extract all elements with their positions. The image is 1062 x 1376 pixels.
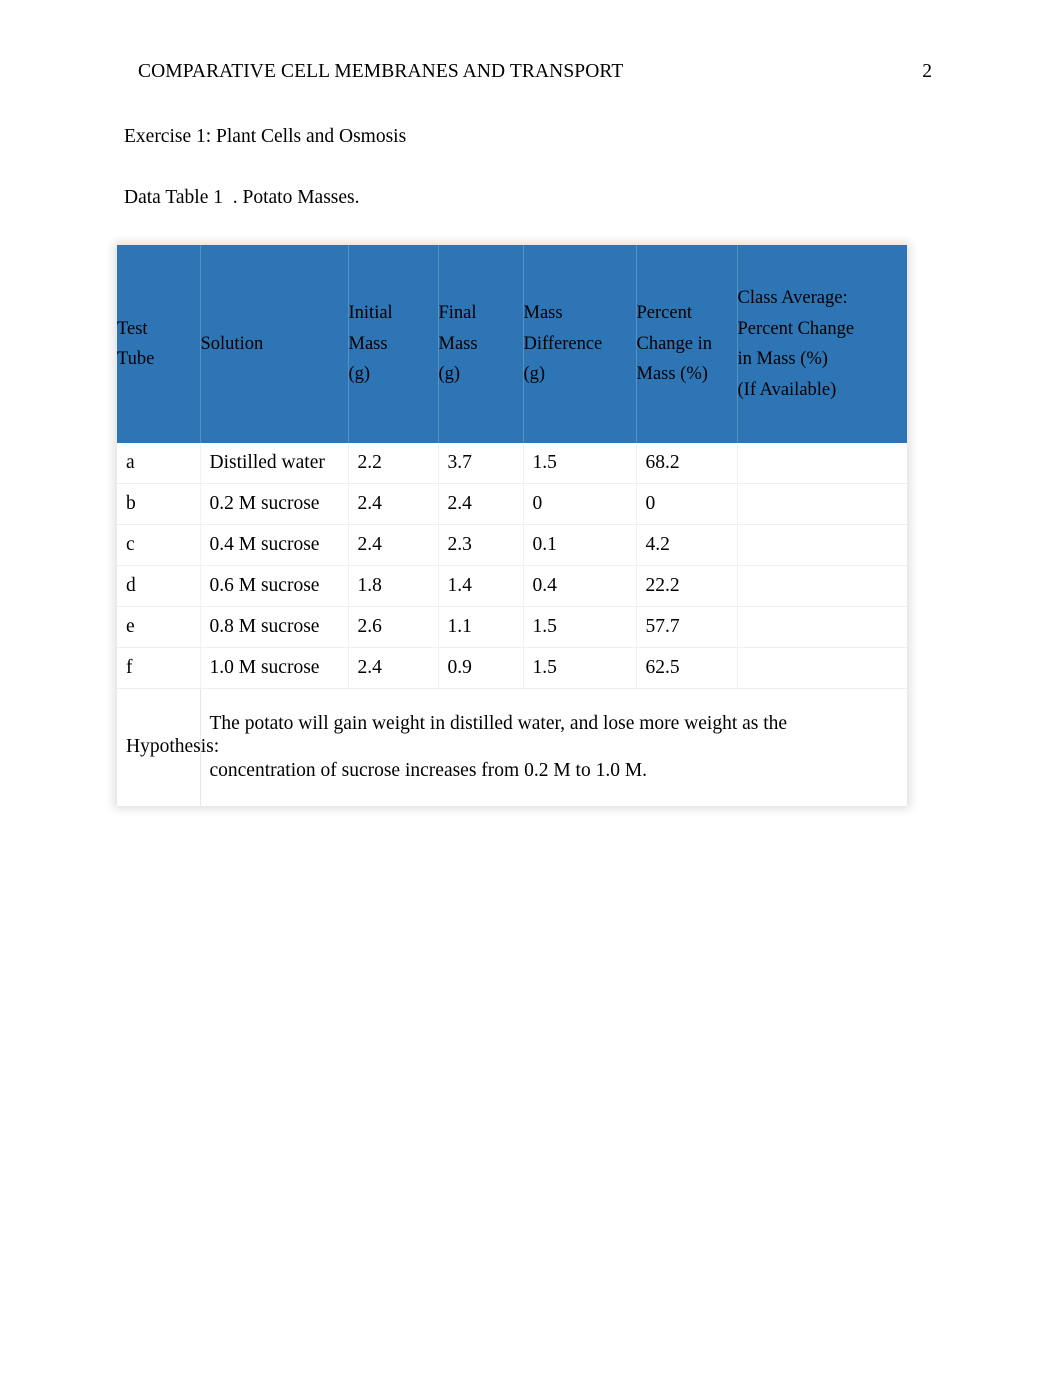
header-line: Solution [200,333,264,354]
cell-test-tube: a [117,443,201,484]
column-header-initial-mass: Initial Mass (g) [348,245,439,443]
cell-final-mass: 2.3 [438,524,524,566]
hypothesis-line: The potato will gain weight in distilled… [209,712,788,734]
cell-final-mass: 1.4 [438,565,524,607]
running-header: COMPARATIVE CELL MEMBRANES AND TRANSPORT… [138,58,938,86]
column-header-test-tube: Test Tube [117,245,201,443]
header-line: Class Average: [737,288,848,308]
cell-initial-mass: 2.2 [348,443,439,484]
header-line: Initial [348,303,393,324]
column-header-mass-difference: Mass Difference (g) [523,245,637,443]
cell-percent-change: 68.2 [636,443,738,484]
header-line: Percent [636,303,692,324]
cell-class-average [737,565,907,607]
cell-class-average [737,483,907,525]
page-number: 2 [922,61,932,82]
cell-mass-difference: 0.4 [523,565,637,607]
header-line: (If Available) [737,379,837,400]
cell-class-average [737,443,907,484]
header-line: (g) [523,364,546,385]
table-row: d 0.6 M sucrose 1.8 1.4 0.4 22.2 [117,565,907,607]
cell-mass-difference: 1.5 [523,647,637,689]
cell-test-tube: e [117,606,201,648]
cell-test-tube: d [117,565,201,607]
header-line: Mass [523,303,563,324]
table-row: f 1.0 M sucrose 2.4 0.9 1.5 62.5 [117,647,907,689]
cell-final-mass: 1.1 [438,606,524,648]
cell-final-mass: 3.7 [438,443,524,484]
table-header: Test Tube Solution Initial Mass (g) Fina… [117,245,907,443]
data-table-container: Test Tube Solution Initial Mass (g) Fina… [117,245,907,806]
header-line: Mass (%) [636,364,708,385]
cell-class-average [737,524,907,566]
hypothesis-label: Hypothesis: [117,688,219,806]
table-row: c 0.4 M sucrose 2.4 2.3 0.1 4.2 [117,524,907,566]
cell-percent-change: 22.2 [636,565,738,607]
cell-test-tube: b [117,483,201,525]
cell-initial-mass: 1.8 [348,565,439,607]
cell-class-average [737,606,907,648]
column-header-class-average: Class Average: Percent Change in Mass (%… [737,245,907,443]
cell-initial-mass: 2.4 [348,483,439,525]
table-row: e 0.8 M sucrose 2.6 1.1 1.5 57.7 [117,606,907,648]
potato-masses-table: Test Tube Solution Initial Mass (g) Fina… [117,245,907,806]
cell-mass-difference: 1.5 [523,443,637,484]
header-line: Test [117,318,148,339]
header-line: Mass [348,333,388,354]
cell-solution: 0.6 M sucrose [200,565,349,607]
table-row: a Distilled water 2.2 3.7 1.5 68.2 [117,443,907,484]
header-line: Mass [438,333,478,354]
cell-test-tube: f [117,647,201,689]
cell-mass-difference: 1.5 [523,606,637,648]
hypothesis-line: concentration of sucrose increases from … [209,759,648,781]
header-line: Final [438,303,477,324]
header-line: Difference [523,333,603,354]
header-line: Change in [636,333,713,354]
running-header-title: COMPARATIVE CELL MEMBRANES AND TRANSPORT [138,61,624,82]
hypothesis-text: The potato will gain weight in distilled… [200,688,907,806]
hypothesis-row: Hypothesis: The potato will gain weight … [117,688,907,806]
cell-solution: Distilled water [200,443,349,484]
header-line: Percent Change [737,318,855,339]
cell-initial-mass: 2.6 [348,606,439,648]
header-line: (g) [438,364,461,385]
cell-test-tube: c [117,524,201,566]
cell-initial-mass: 2.4 [348,524,439,566]
table-body: a Distilled water 2.2 3.7 1.5 68.2 b 0.2… [117,443,907,806]
cell-mass-difference: 0.1 [523,524,637,566]
column-header-solution: Solution [200,245,349,443]
table-row: b 0.2 M sucrose 2.4 2.4 0 0 [117,483,907,525]
cell-solution: 0.4 M sucrose [200,524,349,566]
cell-class-average [737,647,907,689]
column-header-final-mass: Final Mass (g) [438,245,524,443]
cell-final-mass: 0.9 [438,647,524,689]
cell-solution: 0.8 M sucrose [200,606,349,648]
exercise-heading: Exercise 1: Plant Cells and Osmosis [124,126,407,147]
table-header-row: Test Tube Solution Initial Mass (g) Fina… [117,245,907,443]
document-page: COMPARATIVE CELL MEMBRANES AND TRANSPORT… [0,0,1062,1376]
header-line: in Mass (%) [737,349,828,369]
cell-percent-change: 62.5 [636,647,738,689]
header-line: (g) [348,364,371,385]
cell-percent-change: 57.7 [636,606,738,648]
cell-final-mass: 2.4 [438,483,524,525]
cell-percent-change: 0 [636,483,738,525]
cell-mass-difference: 0 [523,483,637,525]
cell-percent-change: 4.2 [636,524,738,566]
cell-solution: 0.2 M sucrose [200,483,349,525]
table-caption: Data Table 1 . Potato Masses. [124,187,360,208]
cell-solution: 1.0 M sucrose [200,647,349,689]
header-line: Tube [117,349,155,369]
column-header-percent-change: Percent Change in Mass (%) [636,245,738,443]
cell-initial-mass: 2.4 [348,647,439,689]
